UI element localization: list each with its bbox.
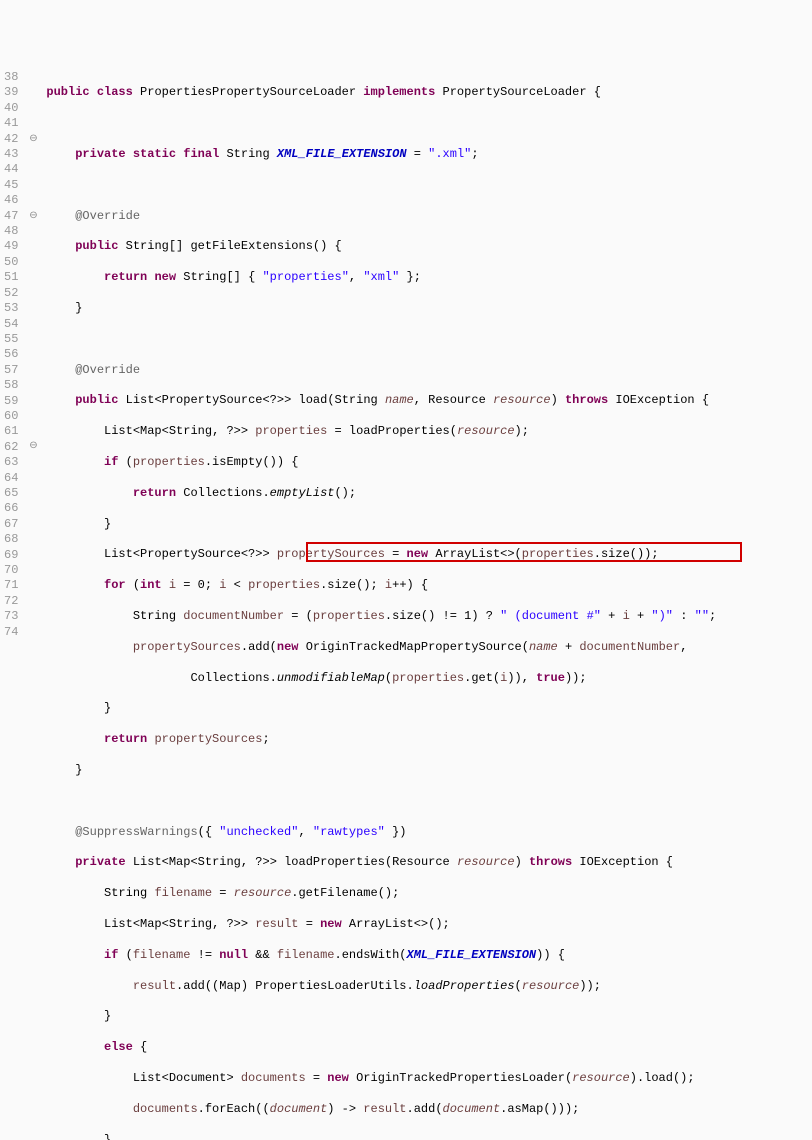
code-editor[interactable]: 38 39 40 41 42 43 44 45 46 47 48 49 50 5…: [0, 56, 812, 1140]
fold-gutter[interactable]: ⊖ ⊖ ⊖: [26, 70, 40, 1140]
line-number-gutter: 38 39 40 41 42 43 44 45 46 47 48 49 50 5…: [0, 70, 26, 1140]
code-area[interactable]: public class PropertiesPropertySourceLoa…: [40, 70, 716, 1140]
